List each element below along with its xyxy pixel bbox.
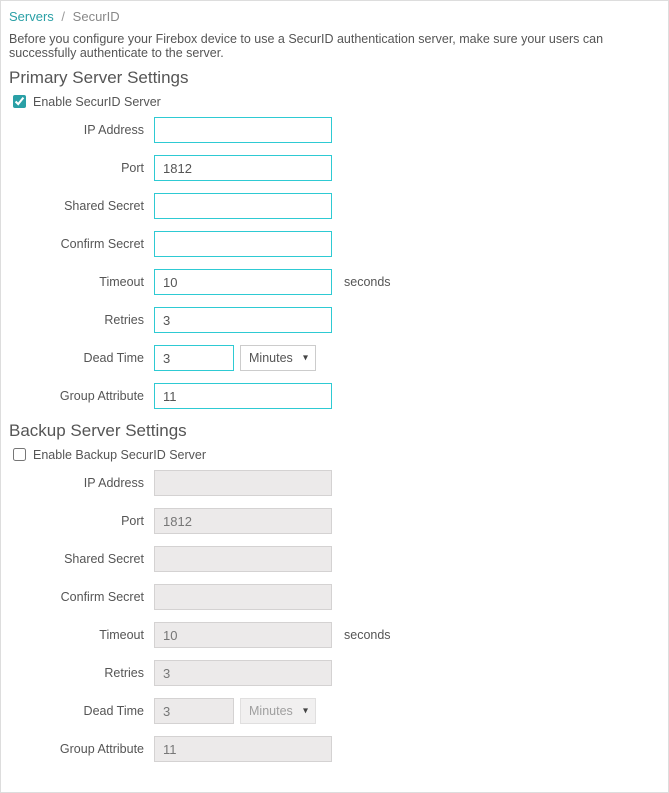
enable-backup-label: Enable Backup SecurID Server bbox=[33, 448, 206, 462]
primary-retries-input[interactable] bbox=[154, 307, 332, 333]
primary-dead-unit-select[interactable]: Minutes bbox=[240, 345, 316, 371]
primary-dead-input[interactable] bbox=[154, 345, 234, 371]
backup-port-input bbox=[154, 508, 332, 534]
primary-group-input[interactable] bbox=[154, 383, 332, 409]
primary-shared-label: Shared Secret bbox=[9, 199, 154, 213]
backup-dead-label: Dead Time bbox=[9, 704, 154, 718]
backup-confirm-label: Confirm Secret bbox=[9, 590, 154, 604]
primary-retries-label: Retries bbox=[9, 313, 154, 327]
breadcrumb-current: SecurID bbox=[73, 9, 120, 24]
backup-ip-input bbox=[154, 470, 332, 496]
backup-port-label: Port bbox=[9, 514, 154, 528]
backup-timeout-label: Timeout bbox=[9, 628, 154, 642]
primary-group-label: Group Attribute bbox=[9, 389, 154, 403]
backup-group-label: Group Attribute bbox=[9, 742, 154, 756]
backup-retries-input bbox=[154, 660, 332, 686]
enable-primary-label: Enable SecurID Server bbox=[33, 95, 161, 109]
backup-confirm-input bbox=[154, 584, 332, 610]
primary-shared-input[interactable] bbox=[154, 193, 332, 219]
primary-dead-label: Dead Time bbox=[9, 351, 154, 365]
primary-timeout-suffix: seconds bbox=[344, 275, 391, 289]
primary-timeout-label: Timeout bbox=[9, 275, 154, 289]
backup-shared-input bbox=[154, 546, 332, 572]
backup-retries-label: Retries bbox=[9, 666, 154, 680]
primary-section-title: Primary Server Settings bbox=[9, 68, 660, 88]
primary-ip-input[interactable] bbox=[154, 117, 332, 143]
backup-section-title: Backup Server Settings bbox=[9, 421, 660, 441]
primary-confirm-label: Confirm Secret bbox=[9, 237, 154, 251]
backup-timeout-input bbox=[154, 622, 332, 648]
breadcrumb-link-servers[interactable]: Servers bbox=[9, 9, 54, 24]
intro-text: Before you configure your Firebox device… bbox=[9, 28, 660, 66]
backup-timeout-suffix: seconds bbox=[344, 628, 391, 642]
enable-primary-checkbox[interactable] bbox=[13, 95, 26, 108]
primary-ip-label: IP Address bbox=[9, 123, 154, 137]
breadcrumb-separator: / bbox=[57, 9, 69, 24]
primary-timeout-input[interactable] bbox=[154, 269, 332, 295]
breadcrumb: Servers / SecurID bbox=[9, 5, 660, 28]
backup-ip-label: IP Address bbox=[9, 476, 154, 490]
backup-group-input bbox=[154, 736, 332, 762]
backup-shared-label: Shared Secret bbox=[9, 552, 154, 566]
enable-backup-checkbox[interactable] bbox=[13, 448, 26, 461]
primary-port-input[interactable] bbox=[154, 155, 332, 181]
primary-port-label: Port bbox=[9, 161, 154, 175]
primary-confirm-input[interactable] bbox=[154, 231, 332, 257]
